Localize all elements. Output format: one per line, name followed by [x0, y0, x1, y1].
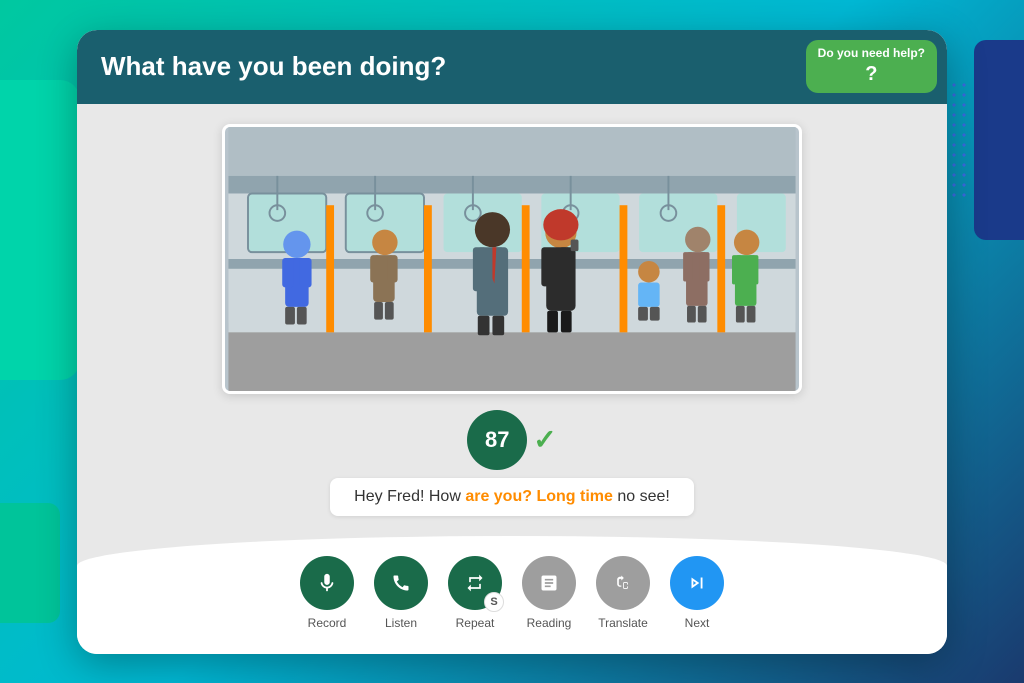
help-badge[interactable]: Do you need help? ?: [806, 40, 937, 94]
next-icon-circle: [670, 556, 724, 610]
repeat-label: Repeat: [456, 616, 495, 630]
action-buttons: Record Listen: [117, 556, 907, 630]
bottom-area: Record Listen: [77, 526, 947, 654]
record-label: Record: [308, 616, 347, 630]
sentence-suffix: no see!: [613, 488, 670, 505]
record-button[interactable]: Record: [300, 556, 354, 630]
listen-button[interactable]: Listen: [374, 556, 428, 630]
page-title: What have you been doing?: [101, 51, 446, 82]
reading-label: Reading: [527, 616, 572, 630]
sentence-box: Hey Fred! How are you? Long time no see!: [330, 478, 694, 516]
repeat-badge: S: [484, 592, 504, 612]
bg-decoration-bottom: [0, 503, 60, 623]
content-area: 87 ✓ Hey Fred! How are you? Long time no…: [77, 104, 947, 526]
mic-icon: [316, 572, 338, 594]
bg-decoration-right: [974, 40, 1024, 240]
repeat-icon-circle: S: [448, 556, 502, 610]
bg-decoration-left: [0, 80, 80, 380]
translate-label: Translate: [598, 616, 648, 630]
next-label: Next: [685, 616, 710, 630]
scene-image: [222, 124, 802, 394]
repeat-icon: [465, 573, 485, 593]
translate-icon-circle: [596, 556, 650, 610]
listen-icon: [391, 573, 411, 593]
header: What have you been doing? Do you need he…: [77, 30, 947, 104]
repeat-button[interactable]: S Repeat: [448, 556, 502, 630]
next-button[interactable]: Next: [670, 556, 724, 630]
record-icon-circle: [300, 556, 354, 610]
sentence-highlight: are you? Long time: [465, 488, 613, 505]
listen-icon-circle: [374, 556, 428, 610]
score-circle: 87: [467, 410, 527, 470]
main-card: What have you been doing? Do you need he…: [77, 30, 947, 654]
score-area: 87 ✓ Hey Fred! How are you? Long time no…: [330, 410, 694, 516]
sentence-prefix: Hey Fred! How: [354, 488, 465, 505]
wave-area: Record Listen: [77, 536, 947, 654]
subway-svg: [225, 127, 799, 391]
next-icon: [686, 572, 708, 594]
score-container: 87 ✓: [467, 410, 556, 470]
translate-icon: [613, 573, 633, 593]
reading-button[interactable]: Reading: [522, 556, 576, 630]
reading-icon: [539, 573, 559, 593]
reading-icon-circle: [522, 556, 576, 610]
help-symbol: ?: [818, 61, 925, 87]
listen-label: Listen: [385, 616, 417, 630]
translate-button[interactable]: Translate: [596, 556, 650, 630]
checkmark: ✓: [533, 423, 556, 456]
help-text: Do you need help?: [818, 46, 925, 60]
